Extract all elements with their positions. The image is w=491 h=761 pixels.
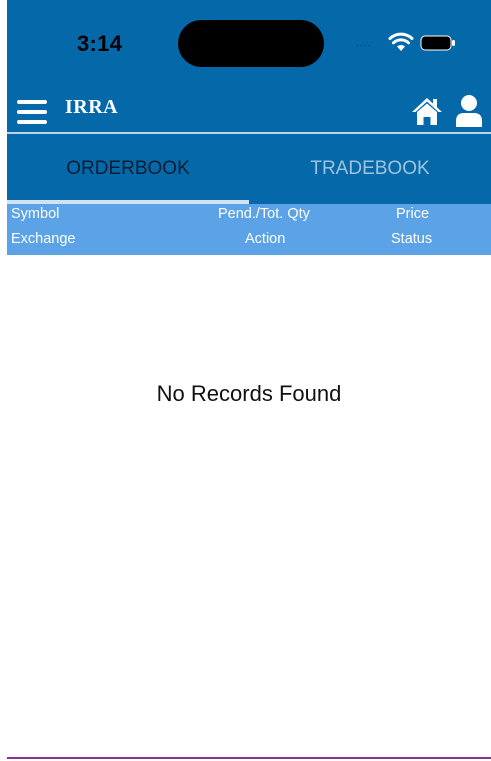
column-pend-tot-qty: Pend./Tot. Qty (218, 206, 310, 222)
signal-icon: .... (356, 38, 372, 49)
column-action: Action (245, 231, 286, 247)
tab-bar: ORDERBOOK TRADEBOOK (7, 134, 491, 204)
tab-orderbook[interactable]: ORDERBOOK (7, 134, 249, 204)
status-time: 3:14 (77, 31, 123, 56)
battery-icon (420, 35, 455, 51)
column-status: Status (391, 231, 433, 247)
home-icon[interactable] (410, 95, 444, 127)
status-bar: 3:14 .... (7, 0, 491, 88)
column-symbol: Symbol (11, 206, 60, 222)
bottom-divider (7, 757, 491, 759)
hamburger-menu-icon[interactable] (17, 100, 47, 124)
app-bar: IRRA (7, 88, 491, 132)
dynamic-island (178, 20, 324, 67)
column-price: Price (396, 206, 430, 222)
tab-tradebook[interactable]: TRADEBOOK (249, 134, 491, 204)
user-icon[interactable] (455, 94, 483, 128)
column-header: Symbol Pend./Tot. Qty Price Exchange Act… (7, 204, 491, 255)
app-screen: 3:14 .... IRRA ORDERBOOK TRADEBOOK Symbo… (7, 0, 491, 761)
empty-state-message: No Records Found (156, 381, 342, 406)
app-title: IRRA (65, 96, 119, 118)
column-exchange: Exchange (11, 231, 76, 247)
wifi-icon (388, 32, 414, 51)
